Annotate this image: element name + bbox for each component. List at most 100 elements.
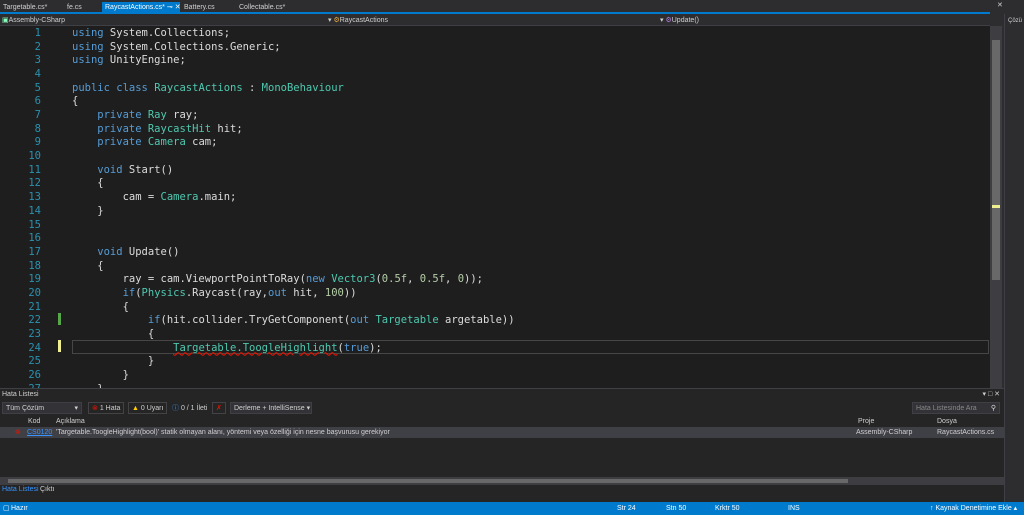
error-description: 'Targetable.ToogleHighlight(bool)' stati… [56, 429, 390, 436]
line-number: 26 [28, 369, 41, 381]
code-line[interactable]: using System.Collections; [72, 27, 230, 39]
panel-window-controls[interactable]: ▾ □ ✕ [983, 390, 1001, 398]
code-line[interactable]: using System.Collections.Generic; [72, 41, 281, 53]
code-token: , [445, 273, 458, 286]
line-number: 1 [34, 27, 41, 39]
line-number: 13 [28, 191, 41, 204]
project-icon: ▣ [2, 17, 9, 24]
document-tab-bar: Targetable.cs* fe.cs RaycastActions.cs* … [0, 0, 1003, 14]
code-line[interactable]: private RaycastHit hit; [72, 122, 242, 135]
code-line[interactable]: if(hit.collider.TryGetComponent(out Targ… [72, 314, 515, 326]
tab-output[interactable]: Çıktı [40, 486, 54, 493]
code-line[interactable]: { [72, 177, 103, 189]
code-line[interactable]: } [72, 355, 154, 367]
code-line[interactable]: } [72, 204, 104, 217]
line-number: 21 [28, 300, 41, 313]
code-line[interactable]: { [72, 95, 78, 107]
code-token: Ray [147, 109, 167, 122]
warnings-filter-button[interactable]: ▲ 0 Uyarı [128, 402, 168, 414]
code-line[interactable]: } [72, 369, 129, 381]
solution-explorer-tab[interactable]: Çözü [1008, 18, 1022, 24]
code-line[interactable]: ray = cam.ViewportPointToRay(new Vector3… [72, 273, 483, 285]
code-line[interactable]: { [72, 260, 103, 272]
code-line[interactable]: if(Physics.Raycast(ray,out hit, 100)) [72, 287, 357, 299]
pin-icon[interactable]: ⊸ [167, 4, 173, 11]
tab-targetable[interactable]: Targetable.cs* [0, 2, 50, 14]
tab-raycastactions[interactable]: RaycastActions.cs* ⊸ ✕ [102, 2, 181, 14]
tab-collectable[interactable]: Collectable.cs* [236, 2, 288, 14]
member-dropdown[interactable]: ▾ ⚙Update() [660, 16, 699, 26]
code-editor[interactable]: 1 using System.Collections; 2 using System.… [0, 26, 990, 388]
code-token: } [72, 369, 129, 381]
tab-battery[interactable]: Battery.cs [181, 2, 218, 14]
col-project[interactable]: Proje [858, 416, 874, 427]
tab-error-list[interactable]: Hata Listesi [2, 486, 39, 493]
project-label: Assembly-CSharp [8, 17, 66, 24]
caret-marker [992, 205, 1000, 208]
code-line[interactable]: cam = Camera.main; [72, 191, 237, 203]
code-line[interactable]: private Camera cam; [72, 136, 217, 148]
col-description[interactable]: Açıklama [56, 416, 85, 427]
error-search-input[interactable]: Hata Listesinde Ara ⚲ [912, 402, 1000, 414]
error-icon: ⊗ [92, 405, 98, 412]
project-dropdown[interactable]: ▣Assembly-CSharp [2, 16, 65, 26]
line-number: 5 [34, 81, 41, 94]
code-token: void [72, 245, 129, 258]
error-project: Assembly-CSharp [856, 429, 913, 436]
status-ready: Hazır [11, 505, 28, 512]
line-number: 25 [28, 355, 41, 368]
code-line[interactable]: { [72, 328, 154, 340]
status-bar: ▢ Hazır Str 24 Stn 50 Krktr 50 INS ↑ Kay… [0, 502, 1024, 515]
code-line[interactable]: void Start() [72, 164, 173, 176]
errors-filter-button[interactable]: ⊗ 1 Hata [88, 402, 125, 414]
build-filter-dropdown[interactable]: Derleme + IntelliSense ▾ [230, 402, 312, 414]
code-token: using [72, 54, 104, 67]
code-token: Start() [128, 163, 174, 176]
code-token: RaycastHit [147, 122, 212, 135]
code-token: { [72, 327, 155, 340]
code-token: Targetable.ToogleHighlight [173, 341, 338, 354]
code-token: private [72, 109, 148, 122]
col-code[interactable]: Kod [28, 416, 40, 427]
code-line[interactable]: Targetable.ToogleHighlight(true); [72, 342, 382, 354]
change-marker-unsaved [58, 340, 61, 352]
messages-filter-button[interactable]: ⓘ 0 / 1 İleti [168, 402, 211, 414]
status-mode: INS [788, 505, 800, 512]
clear-filter-icon[interactable]: ✗ [212, 402, 226, 414]
tab-fe[interactable]: fe.cs [64, 2, 85, 14]
error-icon: ⊗ [15, 429, 21, 436]
scrollbar-thumb[interactable] [992, 40, 1000, 280]
status-line: Str 24 [617, 505, 636, 512]
class-dropdown[interactable]: ▾ ⚙RaycastActions [328, 16, 388, 26]
source-control-button[interactable]: ↑ Kaynak Denetimine Ekle ▴ [930, 502, 1017, 515]
scope-dropdown[interactable]: Tüm Çözüm ▾ [2, 402, 82, 414]
code-line[interactable]: void Update() [72, 246, 179, 258]
table-row[interactable]: ⊗ CS0120 'Targetable.ToogleHighlight(boo… [0, 427, 1004, 438]
code-line[interactable]: using UnityEngine; [72, 54, 186, 66]
code-token: } [72, 204, 104, 217]
status-column: Stn 50 [666, 505, 687, 512]
close-icon[interactable]: ✕ [175, 4, 181, 11]
source-control-label: Kaynak Denetimine Ekle [935, 505, 1012, 512]
line-number: 24 [28, 341, 41, 354]
close-window-icon[interactable]: ✕ [994, 0, 1006, 12]
code-token: out [350, 314, 376, 327]
code-line[interactable]: public class RaycastActions : MonoBehavi… [72, 82, 344, 94]
error-code-link[interactable]: CS0120 [27, 427, 52, 438]
error-list-header: Kod Açıklama Proje Dosya [0, 416, 1004, 427]
ready-icon: ▢ [3, 505, 10, 512]
messages-count: 0 / 1 İleti [180, 405, 208, 412]
code-line[interactable]: { [72, 301, 129, 313]
code-token: UnityEngine; [103, 54, 186, 67]
right-tool-strip: Çözü [1004, 14, 1024, 502]
col-file[interactable]: Dosya [937, 416, 957, 427]
code-token: private [72, 136, 148, 149]
code-line[interactable]: private Ray ray; [72, 109, 198, 121]
horizontal-scrollbar-thumb[interactable] [8, 479, 848, 483]
code-token: RaycastActions [154, 81, 243, 94]
code-token: Update() [128, 245, 180, 258]
code-token: : [242, 81, 262, 94]
code-token: )); [464, 273, 483, 286]
code-token: Vector3 [331, 273, 376, 286]
warnings-count: 0 Uyarı [140, 405, 164, 412]
